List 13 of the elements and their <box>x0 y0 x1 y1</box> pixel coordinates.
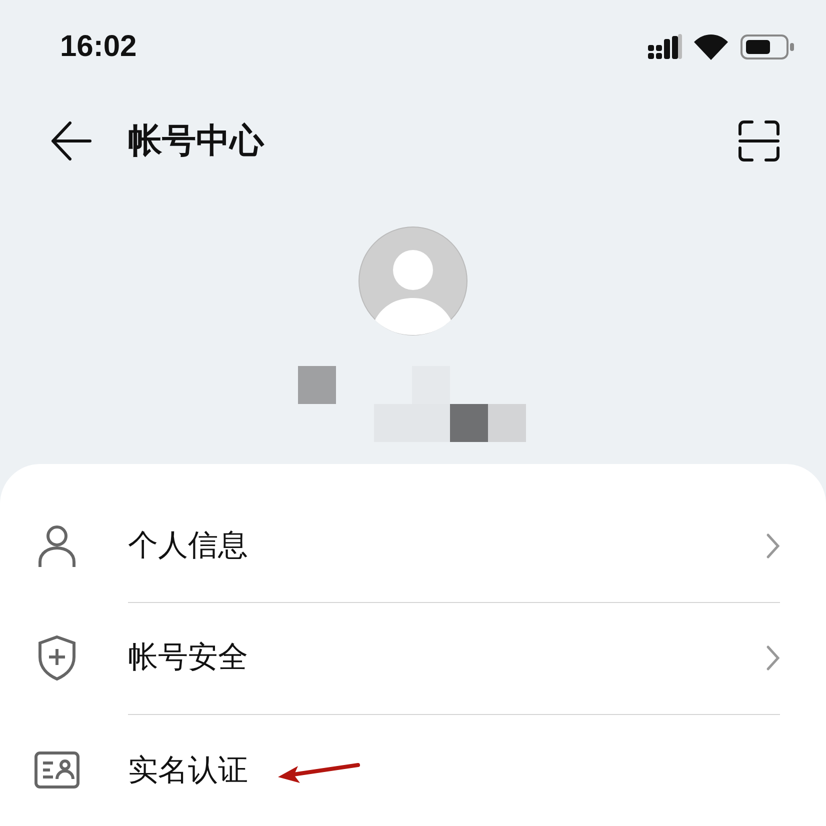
person-icon <box>37 524 77 568</box>
menu-item-label[interactable]: 个人信息 <box>128 525 766 566</box>
battery-icon <box>740 34 794 60</box>
back-button[interactable] <box>50 121 92 162</box>
signal-icon <box>648 34 682 60</box>
shield-icon <box>37 635 77 681</box>
wifi-icon <box>694 34 728 60</box>
scan-button[interactable] <box>738 120 780 162</box>
status-time: 16:02 <box>60 30 137 64</box>
id-card-icon <box>34 751 80 789</box>
menu-item-label[interactable]: 帐号安全 <box>128 637 766 678</box>
page-title: 帐号中心 <box>128 120 266 164</box>
menu-item-label[interactable]: 实名认证 <box>128 750 780 790</box>
